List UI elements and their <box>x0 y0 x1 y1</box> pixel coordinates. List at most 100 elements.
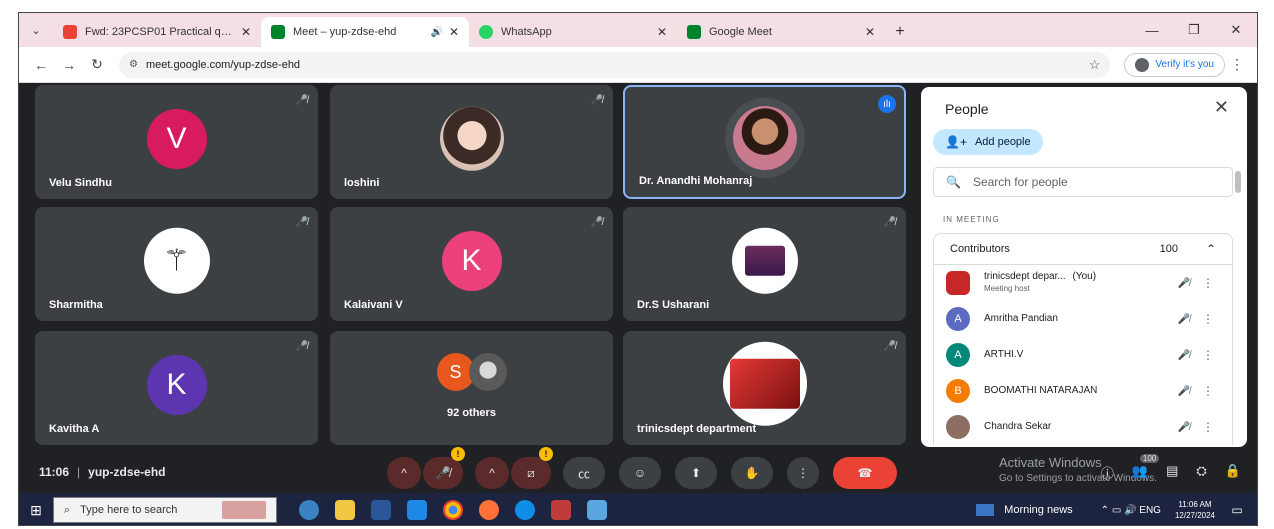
participant-tile[interactable]: 🎤̸ loshini <box>330 85 613 199</box>
close-tab-icon[interactable]: ✕ <box>449 25 459 39</box>
search-icon: 🔍 <box>946 175 961 189</box>
list-item[interactable]: Chandra Sekar 🎤̸ ⋮ <box>933 409 1233 445</box>
participant-tile[interactable]: K 🎤̸ Kalaivani V <box>330 207 613 321</box>
mic-options-button[interactable]: ^ <box>387 457 421 489</box>
raise-hand-button[interactable]: ✋ <box>731 457 773 489</box>
section-label: Contributors <box>950 243 1010 255</box>
taskbar-search-input[interactable]: ⌕ Type here to search <box>53 497 277 523</box>
more-options-icon[interactable]: ⋮ <box>1196 348 1220 362</box>
participant-tile[interactable]: K 🎤̸ Kavitha A <box>35 331 318 445</box>
bookmark-star-icon[interactable]: ☆ <box>1089 57 1101 73</box>
windows-start-icon[interactable]: ⊞ <box>19 502 53 519</box>
emoji-button[interactable]: ☺ <box>619 457 661 489</box>
app-icon[interactable] <box>407 500 427 520</box>
person-info: ARTHI.V <box>984 349 1172 361</box>
participant-name: Kavitha A <box>49 423 100 435</box>
close-tab-icon[interactable]: ✕ <box>241 25 251 39</box>
participant-tile-speaking[interactable]: ılı Dr. Anandhi Mohanraj <box>623 85 906 199</box>
app-icon[interactable] <box>551 500 571 520</box>
avatar-photo <box>468 353 507 391</box>
participant-tile[interactable]: 🎤̸ trinicsdept department <box>623 331 906 445</box>
more-options-icon[interactable]: ⋮ <box>1196 312 1220 326</box>
minimize-icon[interactable]: — <box>1131 13 1173 47</box>
participant-name: Dr.S Usharani <box>637 299 710 311</box>
present-button[interactable]: ⬆ <box>675 457 717 489</box>
mic-warning-icon: ! <box>451 447 465 461</box>
close-window-icon[interactable]: ✕ <box>1215 13 1257 47</box>
back-icon[interactable]: ← <box>27 51 55 79</box>
url-field[interactable]: ⚙ meet.google.com/yup-zdse-ehd ☆ <box>119 51 1111 78</box>
file-explorer-icon[interactable] <box>335 500 355 520</box>
tab-whatsapp[interactable]: WhatsApp ✕ <box>469 17 677 47</box>
tray-icons[interactable]: ⌃ ▭ 🔊 ENG <box>1101 505 1161 516</box>
host-controls-icon[interactable]: 🔒 <box>1225 463 1241 482</box>
mic-off-icon: 🎤̸ <box>295 341 308 352</box>
avatar-initial: A <box>954 313 962 325</box>
tab-google-meet[interactable]: Google Meet ✕ <box>677 17 885 47</box>
captions-button[interactable]: ㏄ <box>563 457 605 489</box>
clock-time: 11:06 AM <box>1178 500 1212 509</box>
restore-icon[interactable]: ❐ <box>1173 13 1215 47</box>
tab-gmail[interactable]: Fwd: 23PCSP01 Practical questi… ✕ <box>53 17 261 47</box>
person-info: BOOMATHI NATARAJAN <box>984 385 1172 397</box>
list-item[interactable]: A ARTHI.V 🎤̸ ⋮ <box>933 337 1233 373</box>
leave-call-button[interactable]: ☎ <box>833 457 897 489</box>
address-bar: ← → ↻ ⚙ meet.google.com/yup-zdse-ehd ☆ V… <box>19 47 1257 83</box>
speaker-icon[interactable]: 🔊 <box>430 27 442 38</box>
site-info-icon[interactable]: ⚙ <box>129 59 138 70</box>
participant-tile[interactable]: V 🎤̸ Velu Sindhu <box>35 85 318 199</box>
clock[interactable]: 11:06 AM 12/27/2024 <box>1175 499 1215 521</box>
people-button[interactable]: 👥 100 <box>1132 454 1160 482</box>
list-item[interactable]: B BOOMATHI NATARAJAN 🎤̸ ⋮ <box>933 373 1233 409</box>
forward-icon[interactable]: → <box>55 51 83 79</box>
app-icon[interactable] <box>299 500 319 520</box>
others-tile[interactable]: S 92 others <box>330 331 613 445</box>
camera-options-button[interactable]: ^ <box>475 457 509 489</box>
avatar: B <box>946 379 970 403</box>
chrome-icon[interactable] <box>443 500 463 520</box>
add-people-button[interactable]: 👤+ Add people <box>933 129 1043 155</box>
info-icon[interactable]: ⓘ <box>1101 463 1114 482</box>
pinned-apps <box>299 500 607 520</box>
activities-icon[interactable]: ⛭ <box>1196 463 1206 482</box>
more-options-button[interactable]: ⋮ <box>787 457 819 489</box>
people-search-input[interactable]: 🔍 Search for people <box>933 167 1233 197</box>
mic-off-icon[interactable]: 🎤̸ <box>1172 350 1196 361</box>
mic-off-icon[interactable]: 🎤̸ <box>1172 386 1196 397</box>
browser-menu-icon[interactable]: ⋮ <box>1225 56 1249 73</box>
tab-meet-active[interactable]: Meet – yup-zdse-ehd 🔊 ✕ <box>261 17 469 47</box>
participant-tile[interactable]: 🎤̸ Dr.S Usharani <box>623 207 906 321</box>
scrollbar[interactable] <box>1235 171 1241 193</box>
more-options-icon[interactable]: ⋮ <box>1196 384 1220 398</box>
tab-title: WhatsApp <box>501 26 552 38</box>
more-options-icon[interactable]: ⋮ <box>1196 420 1220 434</box>
mic-off-icon[interactable]: 🎤̸ <box>1172 422 1196 433</box>
list-item[interactable]: A Amritha Pandian 🎤̸ ⋮ <box>933 301 1233 337</box>
list-item[interactable]: trinicsdept depar... (You) Meeting host … <box>933 265 1233 301</box>
more-options-icon[interactable]: ⋮ <box>1196 276 1220 290</box>
word-icon[interactable] <box>371 500 391 520</box>
new-tab-button[interactable]: + <box>885 17 915 47</box>
mic-off-icon[interactable]: 🎤̸ <box>1172 278 1196 289</box>
news-widget[interactable]: Morning news <box>976 504 1073 516</box>
tab-search-dropdown-icon[interactable]: ⌄ <box>19 13 53 47</box>
contributors-header[interactable]: Contributors 100 ⌃ <box>933 233 1233 265</box>
firefox-icon[interactable] <box>479 500 499 520</box>
reload-icon[interactable]: ↻ <box>83 51 111 79</box>
verify-button[interactable]: Verify it's you <box>1124 52 1225 77</box>
photos-icon[interactable] <box>587 500 607 520</box>
close-tab-icon[interactable]: ✕ <box>865 25 875 39</box>
mic-off-icon[interactable]: 🎤̸ <box>1172 314 1196 325</box>
meeting-code: yup-zdse-ehd <box>88 465 166 479</box>
participant-tile[interactable]: ⚚ 🎤̸ Sharmitha <box>35 207 318 321</box>
camera-toggle-button[interactable]: ⧄ <box>511 457 551 489</box>
chat-icon[interactable]: ▤ <box>1166 463 1178 482</box>
tab-title: Google Meet <box>709 26 772 38</box>
system-tray: Morning news ⌃ ▭ 🔊 ENG 11:06 AM 12/27/20… <box>976 493 1257 525</box>
close-icon[interactable]: ✕ <box>1214 97 1229 118</box>
avatar-initial: K <box>461 244 482 277</box>
edge-icon[interactable] <box>515 500 535 520</box>
close-tab-icon[interactable]: ✕ <box>657 25 667 39</box>
mic-toggle-button[interactable]: 🎤̸ <box>423 457 463 489</box>
notification-icon[interactable]: ▭ <box>1227 500 1247 520</box>
